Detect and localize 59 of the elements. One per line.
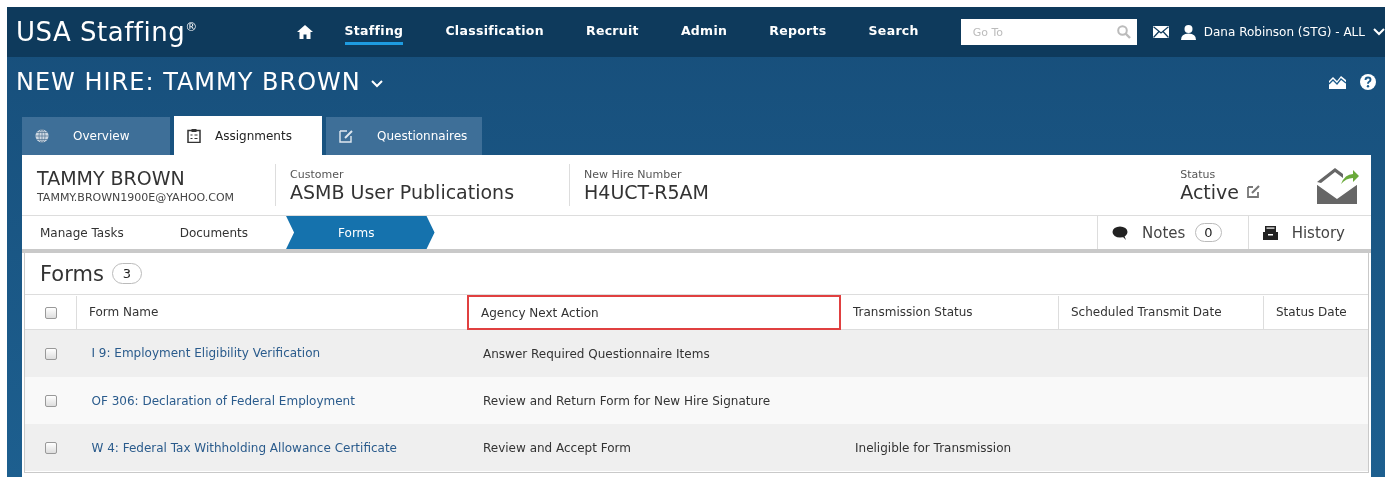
- nav-link[interactable]: Search: [868, 19, 919, 45]
- section-title: Forms: [40, 261, 104, 286]
- page-title: NEW HIRE: TAMMY BROWN: [16, 68, 361, 96]
- go-to-field[interactable]: Go To: [960, 19, 1137, 45]
- checkbox[interactable]: [44, 442, 57, 454]
- column-header: Agency Next Action: [468, 296, 840, 329]
- tab[interactable]: Overview: [22, 117, 170, 155]
- checkbox[interactable]: [44, 347, 57, 360]
- breadcrumb-step[interactable]: Forms: [286, 216, 435, 249]
- new-hire-number: H4UCT-R5AM: [584, 180, 709, 203]
- new-hire-email: TAMMY.BROWN1900E@YAHOO.COM: [37, 190, 236, 204]
- field-label: Customer: [290, 167, 345, 181]
- globe-icon: [35, 129, 49, 143]
- customer-name: ASMB User Publications: [290, 180, 516, 203]
- nav-link[interactable]: Admin: [680, 19, 728, 45]
- column-header: Form Name: [76, 296, 468, 329]
- home-icon: [296, 25, 313, 39]
- edit-icon: [339, 129, 353, 143]
- table-cell: Answer Required Questionnaire Items: [483, 346, 710, 361]
- notes-button[interactable]: Notes 0: [1097, 216, 1248, 249]
- nav-link[interactable]: Classification: [445, 19, 544, 45]
- edit-status-button[interactable]: [1247, 185, 1260, 198]
- field-label: Status: [1180, 167, 1217, 181]
- chevron-down-icon: [370, 80, 383, 88]
- checkbox[interactable]: [44, 306, 57, 319]
- chart-icon: [1329, 75, 1346, 89]
- envelope-icon: [1152, 26, 1169, 38]
- archive-box-icon: [1262, 225, 1278, 240]
- form-link[interactable]: I 9: Employment Eligibility Verification: [91, 346, 321, 361]
- table-cell: Review and Accept Form: [483, 440, 631, 455]
- checkbox[interactable]: [44, 395, 57, 407]
- nav-link[interactable]: Reports: [769, 19, 827, 45]
- field-label: New Hire Number: [584, 167, 683, 181]
- search-icon: [1116, 25, 1131, 39]
- user-name: Dana Robinson (STG) - ALL: [1203, 25, 1365, 39]
- history-button[interactable]: History: [1247, 216, 1371, 249]
- table-cell: Ineligible for Transmission: [855, 440, 1012, 455]
- user-menu[interactable]: Dana Robinson (STG) - ALL: [1180, 24, 1385, 40]
- form-link[interactable]: OF 306: Declaration of Federal Employment: [91, 393, 355, 408]
- tab[interactable]: Questionnaires: [326, 117, 482, 155]
- column-header: Status Date: [1263, 296, 1368, 329]
- mail-button[interactable]: [1152, 26, 1169, 38]
- edit-icon: [1247, 185, 1260, 198]
- help-icon: [1360, 74, 1376, 90]
- status-value: Active: [1180, 180, 1239, 203]
- clipboard-icon: [187, 128, 201, 143]
- nav-link[interactable]: Recruit: [585, 19, 639, 45]
- column-header: Transmission Status: [840, 296, 1059, 329]
- tab[interactable]: Assignments: [174, 116, 322, 155]
- new-hire-name: TAMMY BROWN: [37, 166, 186, 189]
- person-icon: [1180, 24, 1196, 40]
- nav-link[interactable]: Staffing: [344, 19, 404, 45]
- app-logo: USA Staffing$^{®}$: [16, 17, 199, 47]
- chevron-down-icon: [1373, 28, 1385, 36]
- form-link[interactable]: W 4: Federal Tax Withholding Allowance Certificate: [91, 440, 397, 455]
- column-header: Scheduled Transmit Date: [1058, 296, 1264, 329]
- table-cell: Review and Return Form for New Hire Signature: [483, 393, 771, 408]
- speech-bubble-icon: [1112, 225, 1128, 240]
- envelope-arrow-icon: [1315, 166, 1359, 204]
